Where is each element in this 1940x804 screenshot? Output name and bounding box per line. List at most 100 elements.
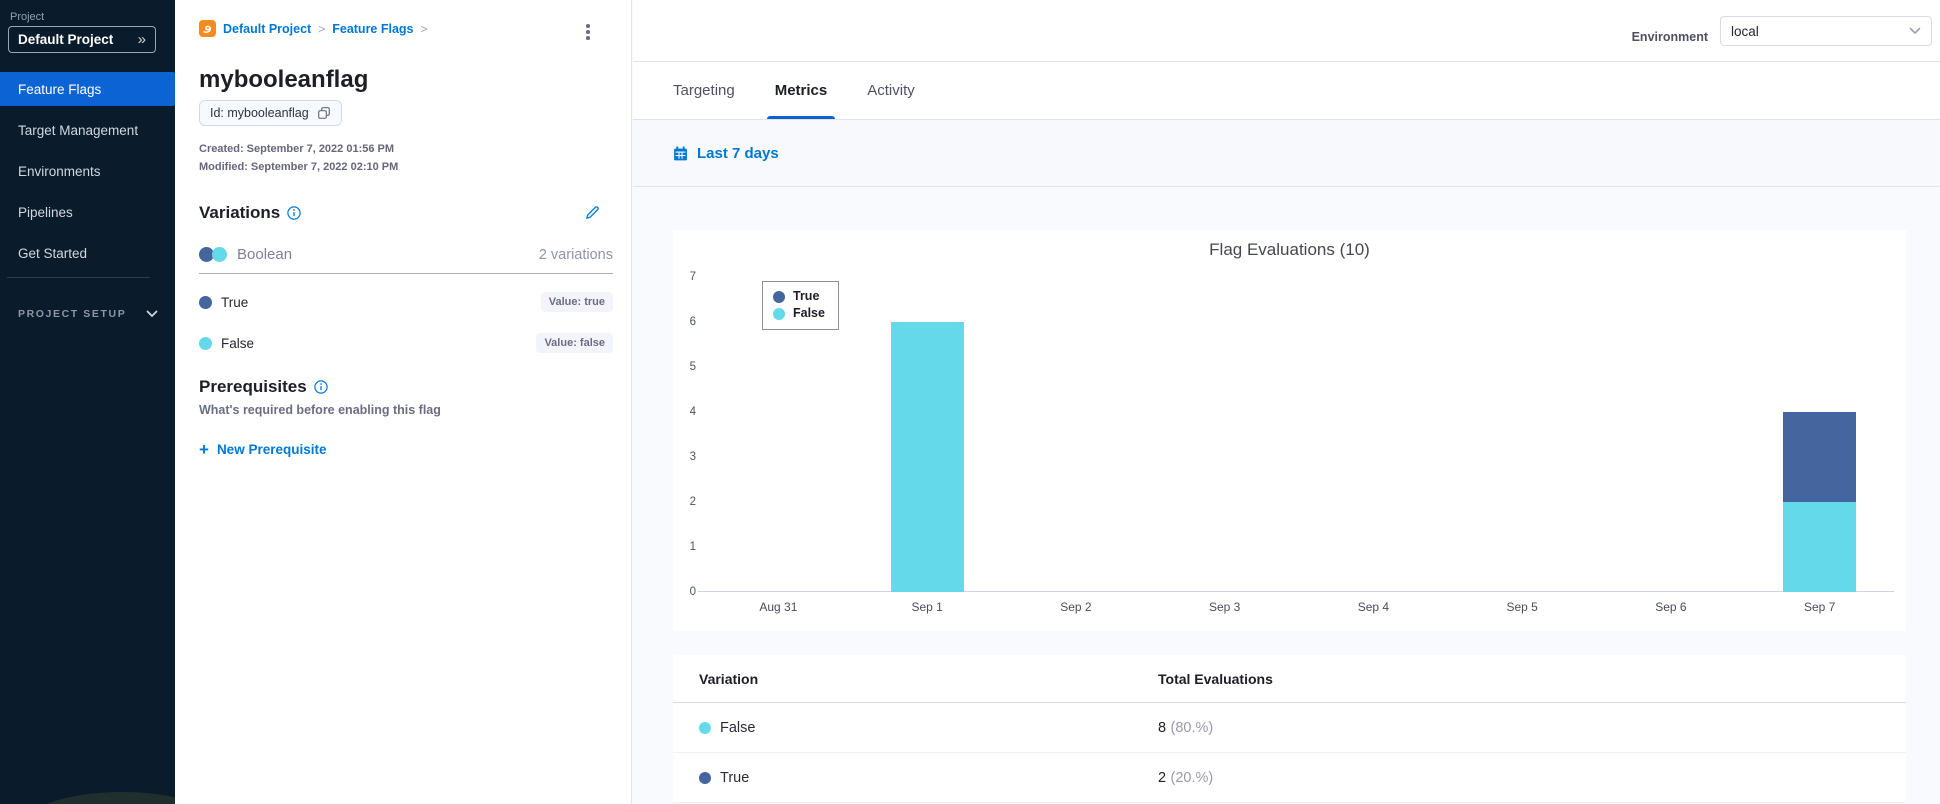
harness-logo-icon — [199, 20, 216, 37]
flag-detail-panel: Default Project > Feature Flags > mybool… — [175, 0, 632, 804]
sidebar-item-target-management[interactable]: Target Management — [0, 113, 175, 147]
variation-name: True — [221, 294, 249, 310]
plus-icon: + — [199, 440, 209, 459]
x-axis-label: Sep 3 — [1208, 600, 1241, 614]
bar-segment-false — [890, 322, 964, 592]
x-axis-label: Sep 1 — [911, 600, 943, 614]
sidebar-item-project-setup[interactable]: PROJECT SETUP — [18, 308, 158, 320]
bar-segment-true — [1783, 412, 1857, 502]
date-range-label: Last 7 days — [697, 144, 779, 162]
x-axis-label: Sep 6 — [1655, 600, 1687, 614]
legend-false-label: False — [793, 306, 825, 320]
app-root: Project Default Project » Feature Flags … — [0, 0, 1940, 804]
row-count: 8 — [1158, 719, 1167, 736]
new-prerequisite-button[interactable]: + New Prerequisite — [199, 441, 326, 458]
sidebar-item-feature-flags[interactable]: Feature Flags — [0, 72, 175, 106]
environment-value: local — [1731, 23, 1759, 39]
sidebar-divider — [7, 277, 150, 278]
row-percent: (20.%) — [1170, 769, 1214, 786]
table-header-row: Variation Total Evaluations — [673, 655, 1906, 703]
date-range-button[interactable]: Last 7 days — [673, 145, 779, 162]
breadcrumb-project-link[interactable]: Default Project — [223, 22, 311, 36]
main-content: Environment local Targeting Metrics Acti… — [633, 0, 1940, 804]
chart-title: Flag Evaluations (10) — [1209, 240, 1370, 259]
false-color-dot — [199, 336, 212, 350]
y-tick-label: 0 — [689, 586, 696, 598]
bar-slot — [1150, 277, 1299, 592]
breadcrumb-chevron-icon: > — [420, 21, 428, 36]
bar-slot — [853, 277, 1002, 592]
chevron-down-icon — [1909, 27, 1921, 35]
table-row: False 8 (80.%) — [673, 703, 1906, 753]
chart-legend: True False — [762, 281, 839, 330]
legend-item-false: False — [773, 305, 825, 322]
info-icon[interactable] — [314, 380, 328, 394]
copy-icon[interactable] — [317, 106, 331, 120]
bar-segment-false — [1783, 502, 1857, 592]
project-label: Project — [10, 11, 45, 23]
date-range-bar: Last 7 days — [633, 120, 1940, 187]
project-selector[interactable]: Default Project » — [8, 26, 156, 53]
variation-type-row: Boolean 2 variations — [199, 246, 613, 263]
row-count: 2 — [1158, 769, 1167, 786]
sidebar-item-pipelines[interactable]: Pipelines — [0, 195, 175, 229]
chart-plot: True False 0 1 2 3 4 5 6 7 — [690, 271, 1894, 598]
info-icon[interactable] — [287, 206, 301, 220]
kebab-menu-button[interactable] — [579, 22, 597, 42]
variation-value-chip: Value: false — [536, 333, 613, 353]
column-header-total-evaluations: Total Evaluations — [1158, 670, 1273, 687]
bar-slot — [1745, 277, 1894, 592]
variation-count: 2 variations — [538, 246, 613, 263]
bar-slot — [1448, 277, 1597, 592]
variation-name: False — [221, 335, 255, 351]
pencil-icon — [586, 206, 599, 219]
y-tick-label: 1 — [689, 541, 696, 553]
created-timestamp: Created: September 7, 2022 01:56 PM — [199, 143, 395, 155]
evaluations-table: Variation Total Evaluations False 8 (80.… — [673, 655, 1906, 804]
legend-item-true: True — [773, 288, 825, 305]
chart-card: Flag Evaluations (10) True False 0 1 2 3 4 5 6… — [673, 230, 1906, 631]
variation-value-chip: Value: true — [540, 292, 613, 312]
bar-slots — [704, 277, 1894, 592]
sidebar-item-get-started[interactable]: Get Started — [0, 236, 175, 270]
tab-targeting[interactable]: Targeting — [673, 62, 735, 119]
tab-bar: Targeting Metrics Activity — [633, 62, 1940, 120]
project-setup-label: PROJECT SETUP — [18, 308, 127, 320]
x-axis: Aug 31 Sep 1 Sep 2 Sep 3 Sep 4 Sep 5 Sep 6 Sep … — [704, 600, 1894, 614]
flag-id-chip[interactable]: Id: mybooleanflag — [199, 100, 342, 126]
sidebar-item-environments[interactable]: Environments — [0, 154, 175, 188]
tab-activity[interactable]: Activity — [867, 62, 915, 119]
prerequisites-heading-row: Prerequisites — [199, 377, 328, 397]
double-chevron-icon: » — [137, 31, 146, 48]
breadcrumb: Default Project > Feature Flags > — [199, 20, 428, 37]
sidebar-nav: Feature Flags Target Management Environm… — [0, 72, 175, 277]
legend-true-dot — [773, 290, 785, 303]
bar-slot — [1597, 277, 1746, 592]
true-color-dot — [199, 295, 212, 309]
variations-heading: Variations — [199, 203, 281, 222]
environment-select[interactable]: local — [1720, 16, 1932, 46]
legend-false-dot — [773, 307, 785, 320]
new-prerequisite-label: New Prerequisite — [216, 442, 327, 457]
y-tick-label: 5 — [689, 361, 696, 373]
y-tick-label: 4 — [689, 406, 696, 418]
row-percent: (80.%) — [1170, 719, 1214, 736]
project-selector-value: Default Project — [18, 32, 114, 47]
x-axis-label: Sep 7 — [1803, 600, 1836, 614]
y-tick-label: 6 — [689, 316, 696, 328]
tab-metrics[interactable]: Metrics — [766, 62, 835, 119]
modified-timestamp: Modified: September 7, 2022 02:10 PM — [199, 161, 399, 173]
legend-true-label: True — [793, 289, 820, 303]
environment-bar: Environment local — [633, 0, 1940, 62]
divider — [199, 273, 613, 274]
column-header-variation: Variation — [699, 670, 759, 687]
breadcrumb-feature-flags-link[interactable]: Feature Flags — [332, 22, 413, 36]
help-bubble[interactable] — [22, 792, 175, 804]
variations-heading-row: Variations — [199, 203, 301, 223]
variation-type-label: Boolean — [237, 246, 293, 263]
edit-variations-button[interactable] — [584, 204, 601, 226]
row-variation-name: False — [720, 719, 756, 736]
flag-title: mybooleanflag — [199, 66, 369, 93]
false-color-dot — [699, 721, 711, 734]
y-tick-label: 2 — [689, 496, 696, 508]
